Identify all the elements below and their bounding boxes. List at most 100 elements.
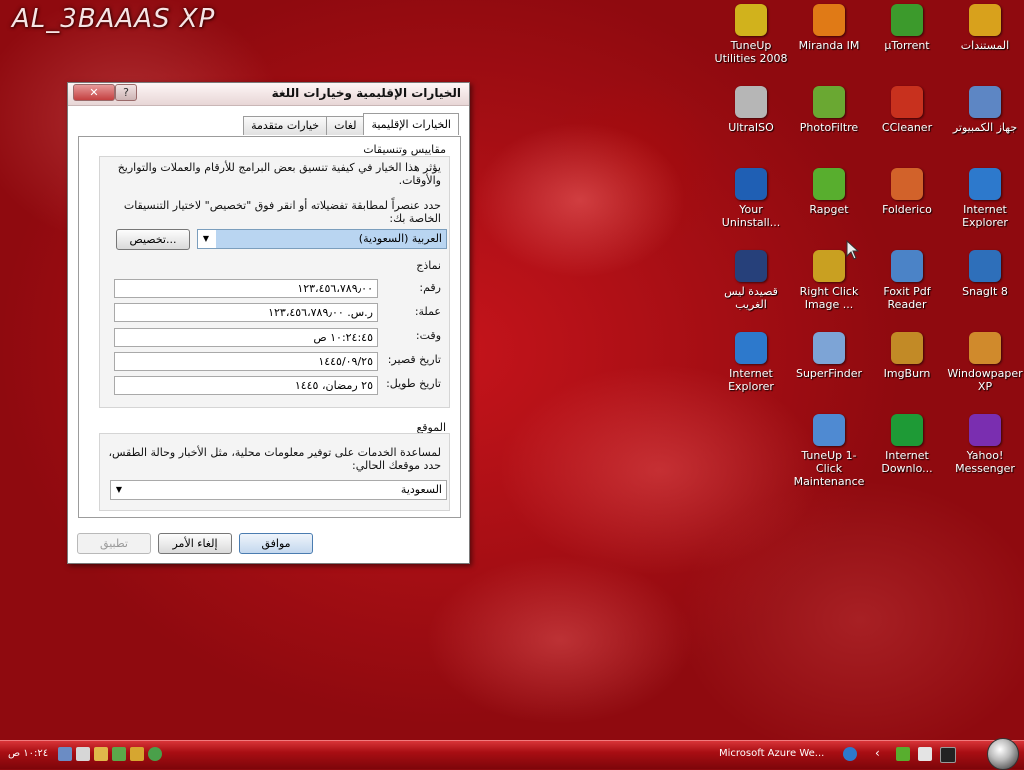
sample-currency-value: ر.س. ١٢٣،٤٥٦،٧٨٩٫٠٠ <box>268 306 373 319</box>
cancel-button[interactable]: إلغاء الأمر <box>158 533 232 554</box>
dialog-titlebar[interactable]: ✕ ? الخيارات الإقليمية وخيارات اللغة <box>68 83 469 106</box>
close-button[interactable]: ✕ <box>73 84 115 101</box>
desktop-icon-imgburn[interactable]: ImgBurn <box>867 332 947 380</box>
desktop-icon-utorrent[interactable]: µTorrent <box>867 4 947 52</box>
desktop-icon-label: Foxit Pdf Reader <box>883 285 931 311</box>
sample-long-date-value: ٢٥ رمضان، ١٤٤٥ <box>294 379 373 392</box>
quicklaunch-computer-icon[interactable] <box>918 747 932 761</box>
desktop-icon-download-arrow[interactable]: Rapget <box>789 168 869 216</box>
real-player-icon <box>735 250 767 282</box>
sample-short-date-value: ١٤٤٥/٠٩/٢٥ <box>318 355 373 368</box>
desktop-icon-label: Yahoo! Messenger <box>955 449 1015 475</box>
desktop-icon-tuneup-click[interactable]: TuneUp 1-Click Maintenance <box>789 414 869 488</box>
gear-icon <box>813 250 845 282</box>
utorrent-icon <box>891 4 923 36</box>
desktop-icon-folderico[interactable]: Folderico <box>867 168 947 216</box>
desktop-icon-label: Internet Downlo... <box>881 449 933 475</box>
desktop-icon-foxit[interactable]: Foxit Pdf Reader <box>867 250 947 311</box>
tray-tool-icon[interactable] <box>130 747 144 761</box>
location-group: لمساعدة الخدمات على توفير معلومات محلية،… <box>99 433 450 511</box>
location-dropdown-value: السعودية <box>400 483 442 496</box>
sample-number-field: ١٢٣،٤٥٦،٧٨٩٫٠٠ <box>114 279 378 298</box>
desktop-icon-folder[interactable]: المستندات <box>945 4 1024 52</box>
desktop-icon-miranda[interactable]: Miranda IM <box>789 4 869 52</box>
standards-instruction: حدد عنصراً لمطابقة تفضيلاته أو انقر فوق … <box>123 199 441 225</box>
desktop-icon-snagit[interactable]: SnagIt 8 <box>945 250 1024 298</box>
desktop-icon-real-player[interactable]: قصيدة ليس الغريب <box>711 250 791 311</box>
desktop-icon-label: Internet Explorer <box>728 367 774 393</box>
desktop-icon-label: SnagIt 8 <box>962 285 1008 298</box>
sample-time-field: ١٠:٢٤:٤٥ ص <box>114 328 378 347</box>
desktop-icon-windowpaper[interactable]: Windowpaper XP <box>945 332 1024 393</box>
tab-regional-options[interactable]: الخيارات الإقليمية <box>363 113 459 135</box>
desktop-brand-text: AL_3BAAAS XP <box>12 4 216 34</box>
standards-description: يؤثر هذا الخيار في كيفية تنسيق بعض البرا… <box>117 161 441 187</box>
desktop-icon-label: Folderico <box>882 203 932 216</box>
desktop-icon-label: SuperFinder <box>795 367 863 380</box>
tab-languages[interactable]: لغات <box>326 116 365 135</box>
start-button[interactable] <box>987 738 1019 770</box>
desktop-icon-computer[interactable]: جهاز الكمبيوتر <box>945 86 1024 134</box>
uninstall-icon <box>735 168 767 200</box>
taskbar-active-task[interactable]: Microsoft Azure We... <box>719 748 824 759</box>
tab-strip: الخيارات الإقليمية لغات خيارات متقدمة <box>243 113 459 136</box>
desktop-icon-ccleaner[interactable]: CCleaner <box>867 86 947 134</box>
apply-button[interactable]: تطبيق <box>77 533 151 554</box>
snagit-icon <box>969 250 1001 282</box>
desktop-icon-label: ImgBurn <box>883 367 931 380</box>
sample-label-currency: عملة: <box>414 305 441 318</box>
tray-update-icon[interactable] <box>148 747 162 761</box>
ok-button[interactable]: موافق <box>239 533 313 554</box>
magnifier-icon <box>813 332 845 364</box>
location-dropdown[interactable]: السعودية ▼ <box>110 480 447 500</box>
desktop-icon-ie[interactable]: Internet Explorer <box>945 168 1024 229</box>
taskbar-ie-icon[interactable] <box>843 747 857 761</box>
sample-number-value: ١٢٣،٤٥٦،٧٨٩٫٠٠ <box>297 282 373 295</box>
regional-options-dialog: ✕ ? الخيارات الإقليمية وخيارات اللغة الخ… <box>67 82 470 564</box>
desktop-icon-label: جهاز الكمبيوتر <box>952 121 1018 134</box>
desktop-icon-label: Your Uninstall... <box>721 203 781 229</box>
ccleaner-icon <box>891 86 923 118</box>
location-description: لمساعدة الخدمات على توفير معلومات محلية،… <box>108 446 441 472</box>
miranda-icon <box>813 4 845 36</box>
folderico-icon <box>891 168 923 200</box>
desktop-icon-label: UltraISO <box>728 121 774 134</box>
desktop-icon-label: المستندات <box>960 39 1010 52</box>
desktop-icon-uninstall[interactable]: Your Uninstall... <box>711 168 791 229</box>
desktop-icon-label: Windowpaper XP <box>947 367 1023 393</box>
taskbar-clock[interactable]: ١٠:٢٤ ص <box>8 748 48 759</box>
format-dropdown[interactable]: العربية (السعودية) ▼ <box>197 229 447 249</box>
desktop-icon-disc[interactable]: UltraISO <box>711 86 791 134</box>
ie-icon <box>735 332 767 364</box>
desktop-icon-label: Internet Explorer <box>962 203 1008 229</box>
desktop-icon-label: Miranda IM <box>798 39 860 52</box>
tray-pen-icon[interactable] <box>94 747 108 761</box>
tray-monitor-icon[interactable] <box>112 747 126 761</box>
help-button[interactable]: ? <box>115 84 137 101</box>
desktop-icon-yahoo[interactable]: Yahoo! Messenger <box>945 414 1024 475</box>
quicklaunch-chevron-icon[interactable]: ‹ <box>875 746 880 760</box>
computer-icon <box>969 86 1001 118</box>
quicklaunch-cmd-icon[interactable] <box>940 747 956 763</box>
foxit-icon <box>891 250 923 282</box>
idm-icon <box>891 414 923 446</box>
customize-button[interactable]: تخصيص... <box>116 229 190 250</box>
desktop-icon-label: µTorrent <box>884 39 930 52</box>
tray-volume-icon[interactable] <box>76 747 90 761</box>
quicklaunch-download-icon[interactable] <box>896 747 910 761</box>
sample-label-time: وقت: <box>415 329 441 342</box>
desktop-icon-label: Rapget <box>809 203 849 216</box>
tray-network-icon[interactable] <box>58 747 72 761</box>
dialog-title: الخيارات الإقليمية وخيارات اللغة <box>271 86 461 100</box>
tab-advanced[interactable]: خيارات متقدمة <box>243 116 328 135</box>
desktop-icon-ie[interactable]: Internet Explorer <box>711 332 791 393</box>
sample-label-short-date: تاريخ قصير: <box>387 353 441 366</box>
desktop-icon-idm[interactable]: Internet Downlo... <box>867 414 947 475</box>
sample-time-value: ١٠:٢٤:٤٥ ص <box>313 331 373 344</box>
samples-title: نماذج <box>416 259 441 272</box>
desktop-icon-label: CCleaner <box>881 121 933 134</box>
desktop-icon-tuneup[interactable]: TuneUp Utilities 2008 <box>711 4 791 65</box>
format-dropdown-value: العربية (السعودية) <box>216 230 446 248</box>
desktop-icon-photofiltre[interactable]: PhotoFiltre <box>789 86 869 134</box>
desktop-icon-magnifier[interactable]: SuperFinder <box>789 332 869 380</box>
